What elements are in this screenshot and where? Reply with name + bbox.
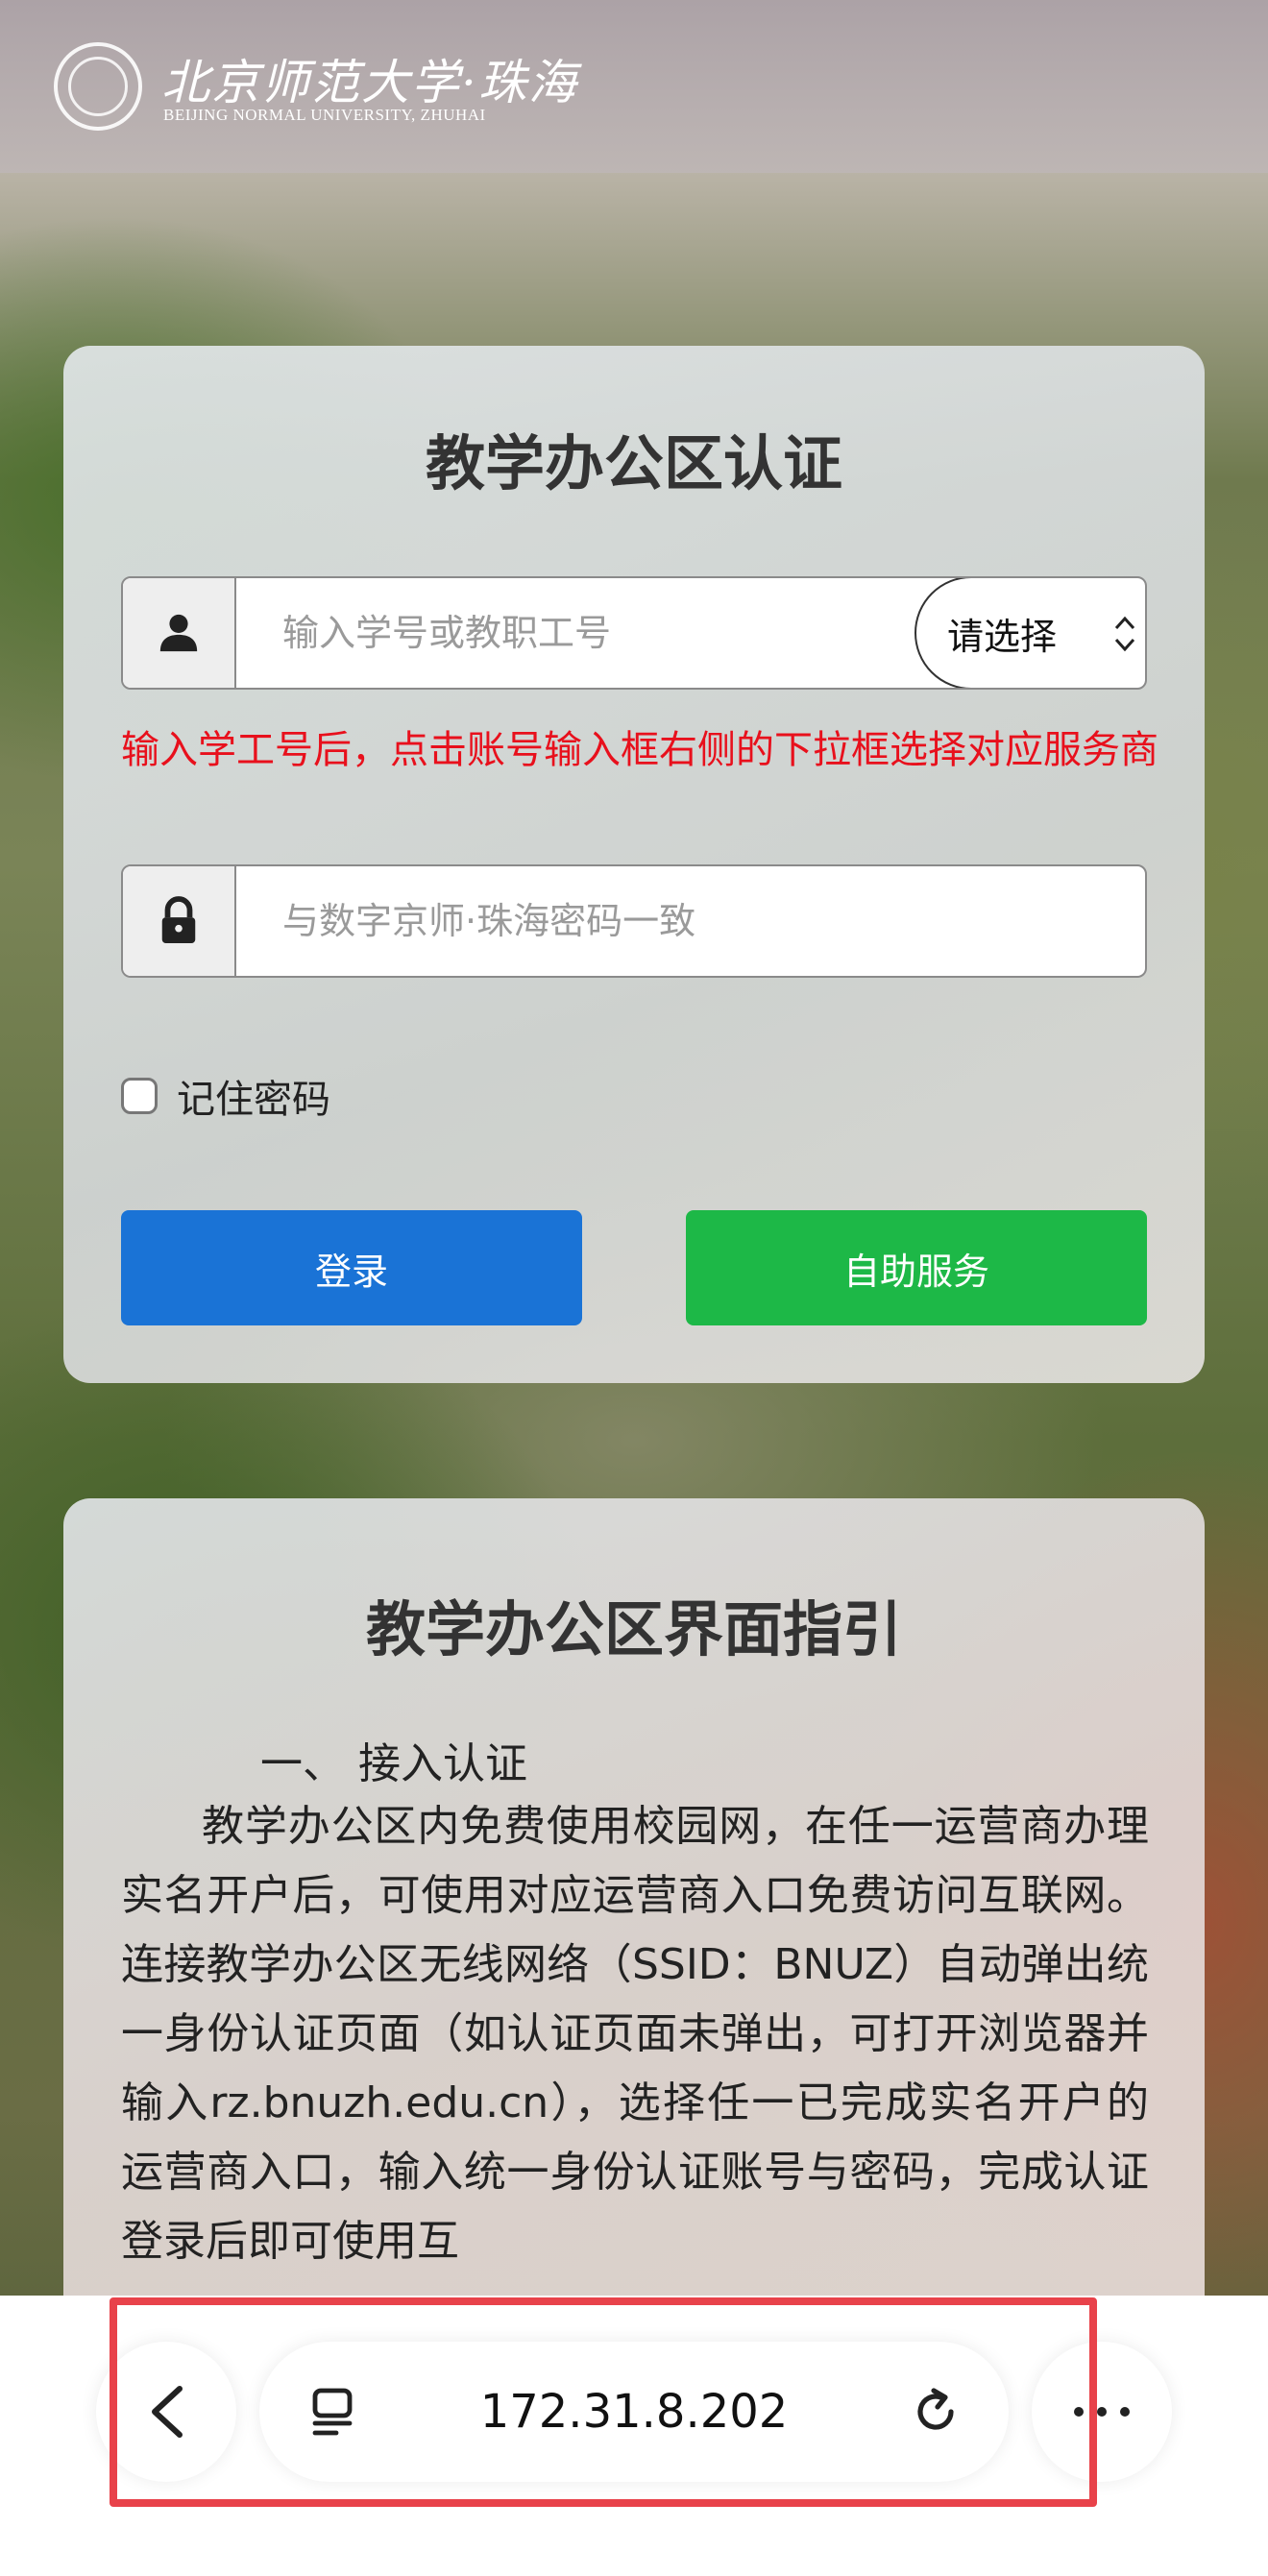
login-card: 教学办公区认证 请选择 输入学工号后，点击账号输入框右侧的下拉框选择对应服务商: [63, 346, 1205, 1383]
guide-body-text: 教学办公区内免费使用校园网，在任一运营商办理实名开户后，可使用对应运营商入口免费…: [121, 1802, 1149, 2266]
chevron-left-icon: [152, 2386, 183, 2438]
address-bar[interactable]: 172.31.8.202: [259, 2342, 1009, 2482]
url-text[interactable]: 172.31.8.202: [259, 2342, 1009, 2482]
guide-section-heading: 一、 接入认证: [260, 1739, 527, 1788]
guide-card: 教学办公区界面指引 一、 接入认证 教学办公区内免费使用校园网，在任一运营商办理…: [63, 1498, 1205, 2363]
self-service-button[interactable]: 自助服务: [686, 1210, 1147, 1325]
login-title: 教学办公区认证: [425, 428, 842, 498]
more-icon: [1074, 2407, 1130, 2417]
provider-select-value: 请选择: [947, 615, 1058, 658]
remember-password[interactable]: 记住密码: [121, 1068, 330, 1124]
more-options-button[interactable]: [1032, 2342, 1172, 2482]
password-input-group: [121, 864, 1147, 978]
reload-icon[interactable]: [909, 2385, 963, 2439]
site-header: 北京师范大学·珠海 BEIJING NORMAL UNIVERSITY, ZHU…: [0, 0, 1268, 173]
login-button[interactable]: 登录: [121, 1210, 582, 1325]
user-icon: [123, 578, 236, 688]
account-input-group: 请选择: [121, 576, 1147, 690]
remember-checkbox[interactable]: [121, 1078, 158, 1114]
provider-select[interactable]: 请选择: [914, 578, 1145, 688]
select-arrows-icon: [1114, 616, 1135, 652]
password-input[interactable]: [236, 866, 1139, 976]
lock-icon: [123, 866, 236, 976]
back-button[interactable]: [96, 2342, 236, 2482]
university-seal-logo: [54, 42, 142, 131]
logo-english-name: BEIJING NORMAL UNIVERSITY, ZHUHAI: [163, 106, 486, 124]
guide-title: 教学办公区界面指引: [365, 1594, 902, 1665]
account-input[interactable]: [236, 578, 909, 688]
provider-hint: 输入学工号后，点击账号输入框右侧的下拉框选择对应服务商: [121, 728, 1158, 772]
remember-label[interactable]: 记住密码: [177, 1068, 330, 1124]
logo-chinese-name: 北京师范大学·珠海: [161, 55, 578, 110]
